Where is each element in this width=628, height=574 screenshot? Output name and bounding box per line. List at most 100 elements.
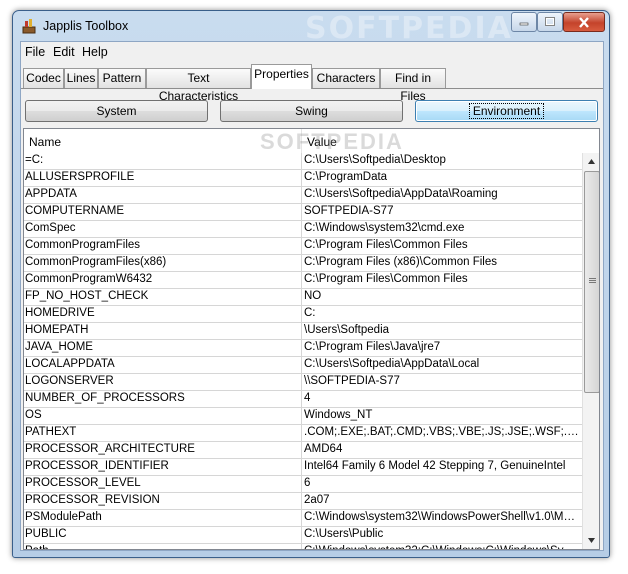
table-row[interactable]: APPDATA C:\Users\Softpedia\AppData\Roamin… [24,187,582,204]
tab-codec[interactable]: Codec [23,68,64,88]
table-row[interactable]: PROCESSOR_ARCHITECTURE AMD64 [24,442,582,459]
property-name-cell: ComSpec [25,222,76,234]
title-bar[interactable]: Japplis Toolbox SOFTPEDIA [13,11,609,46]
property-value-cell: C:\Program Files\Common Files [304,273,468,285]
menu-file[interactable]: File [25,45,45,59]
scroll-thumb[interactable] [584,171,599,393]
table-row[interactable]: =C: C:\Users\Softpedia\Desktop [24,153,582,170]
table-row[interactable]: ALLUSERSPROFILE C:\ProgramData [24,170,582,187]
system-button[interactable]: System [25,100,208,122]
table-row[interactable]: JAVA_HOME C:\Program Files\Java\jre7 [24,340,582,357]
property-name-cell: COMPUTERNAME [25,205,125,217]
property-value-cell: 2a07 [304,494,330,506]
tab-characters[interactable]: Characters [312,68,380,88]
property-value-cell: 6 [304,477,311,489]
vertical-scrollbar[interactable] [582,153,599,549]
property-name-cell: PATHEXT [25,426,77,438]
property-value-cell: C: [304,307,316,319]
table-row[interactable]: CommonProgramW6432 C:\Program Files\Commo… [24,272,582,289]
scroll-up-button[interactable] [583,153,599,170]
table-header: Name Value [24,129,582,154]
property-name-cell: PROCESSOR_IDENTIFIER [25,460,169,472]
table-row[interactable]: HOMEDRIVE C: [24,306,582,323]
column-divider[interactable] [301,129,302,153]
table-row[interactable]: ComSpec C:\Windows\system32\cmd.exe [24,221,582,238]
menu-edit[interactable]: Edit [53,45,75,59]
property-value-cell: 4 [304,392,311,404]
maximize-icon [545,17,555,26]
property-name-cell: ALLUSERSPROFILE [25,171,135,183]
table-row[interactable]: PROCESSOR_LEVEL 6 [24,476,582,493]
tab-text-characteristics[interactable]: Text Characteristics [146,68,251,103]
minimize-button[interactable] [511,12,537,32]
property-name-cell: LOGONSERVER [25,375,114,387]
property-value-cell: .COM;.EXE;.BAT;.CMD;.VBS;.VBE;.JS;.JSE;.… [304,426,580,438]
client-area: File Edit Help Codec Lines Pattern Text … [20,41,604,551]
property-value-cell: \Users\Softpedia [304,324,390,336]
tab-lines[interactable]: Lines [64,68,98,88]
grip-icon [589,278,596,279]
scroll-up-icon [588,159,595,164]
tab-properties[interactable]: Properties [251,64,312,89]
tab-pattern[interactable]: Pattern [98,68,146,88]
close-button[interactable] [563,12,605,32]
property-value-cell: C:\Windows\system32\cmd.exe [304,222,465,234]
app-window: Japplis Toolbox SOFTPEDIA File Edit Help… [12,10,610,558]
table-row[interactable]: PROCESSOR_IDENTIFIER Intel64 Family 6 Mod… [24,459,582,476]
window-title: Japplis Toolbox [43,19,129,33]
property-value-cell: C:\ProgramData [304,171,388,183]
minimize-icon [519,22,529,26]
table-row[interactable]: PSModulePath C:\Windows\system32\WindowsP… [24,510,582,527]
property-name-cell: CommonProgramW6432 [25,273,153,285]
table-row[interactable]: LOCALAPPDATA C:\Users\Softpedia\AppData\L… [24,357,582,374]
property-name-cell: PROCESSOR_ARCHITECTURE [25,443,195,455]
property-value-cell: C:\Users\Softpedia\Desktop [304,154,446,166]
property-value-cell: C:\Windows\system32;C:\Windows;C:\Window… [304,545,580,549]
column-divider-line [301,153,302,549]
table-row[interactable]: PUBLIC C:\Users\Public [24,527,582,544]
tab-find-in-files[interactable]: Find in Files [380,68,446,103]
table-row[interactable]: FP_NO_HOST_CHECK NO [24,289,582,306]
table-row[interactable]: Path C:\Windows\system32;C:\Windows;C:\Wi… [24,544,582,549]
table-row[interactable]: PROCESSOR_REVISION 2a07 [24,493,582,510]
properties-table[interactable]: Name Value SOFTPEDIA www.softpedia.com =… [23,128,600,550]
table-row[interactable]: OS Windows_NT [24,408,582,425]
table-row[interactable]: NUMBER_OF_PROCESSORS 4 [24,391,582,408]
property-value-cell: C:\Users\Public [304,528,384,540]
environment-button-label: Environment [468,103,545,119]
app-icon [21,18,37,34]
property-name-cell: PUBLIC [25,528,67,540]
maximize-button[interactable] [537,12,563,32]
property-value-cell: C:\Users\Softpedia\AppData\Roaming [304,188,498,200]
column-header-name[interactable]: Name [29,135,61,149]
property-value-cell: C:\Windows\system32\WindowsPowerShell\v1… [304,511,580,523]
swing-button[interactable]: Swing [220,100,403,122]
scroll-down-button[interactable] [583,532,599,549]
close-icon [579,16,589,28]
tab-strip: Codec Lines Pattern Text Characteristics… [21,64,603,103]
environment-button[interactable]: Environment [415,100,598,122]
menu-help[interactable]: Help [82,45,108,59]
property-name-cell: HOMEDRIVE [25,307,95,319]
table-row[interactable]: CommonProgramFiles(x86) C:\Program Files … [24,255,582,272]
table-row[interactable]: CommonProgramFiles C:\Program Files\Commo… [24,238,582,255]
property-value-cell: SOFTPEDIA-S77 [304,205,394,217]
system-button-label: System [96,104,137,118]
property-name-cell: PROCESSOR_REVISION [25,494,160,506]
property-value-cell: \\SOFTPEDIA-S77 [304,375,400,387]
property-name-cell: FP_NO_HOST_CHECK [25,290,149,302]
property-value-cell: Intel64 Family 6 Model 42 Stepping 7, Ge… [304,460,566,472]
scroll-down-icon [588,538,595,543]
property-name-cell: PSModulePath [25,511,102,523]
table-row[interactable]: LOGONSERVER \\SOFTPEDIA-S77 [24,374,582,391]
table-row[interactable]: HOMEPATH \Users\Softpedia [24,323,582,340]
table-row[interactable]: PATHEXT .COM;.EXE;.BAT;.CMD;.VBS;.VBE;.JS… [24,425,582,442]
property-name-cell: Path [25,545,300,549]
table-row[interactable]: COMPUTERNAME SOFTPEDIA-S77 [24,204,582,221]
table-body: =C: C:\Users\Softpedia\Desktop ALLUSERSPRO… [24,153,582,549]
property-name-cell: CommonProgramFiles [25,239,141,251]
property-name-cell: =C: [25,154,44,166]
property-name-cell: NUMBER_OF_PROCESSORS [25,392,185,404]
column-header-value[interactable]: Value [307,135,337,149]
swing-button-label: Swing [295,104,328,118]
